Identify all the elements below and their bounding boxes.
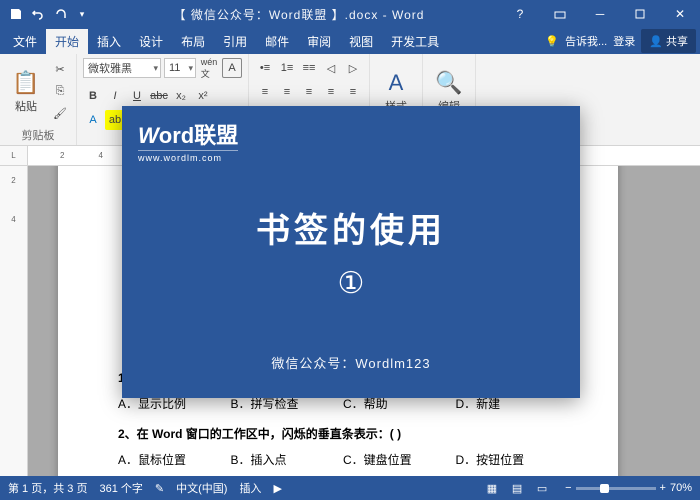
splash-subtitle: 微信公众号：Wordlm123 [271, 353, 430, 372]
q2-options: A．鼠标位置 B．插入点 C．键盘位置 D．按钮位置 [118, 448, 558, 472]
font-name-select[interactable]: 微软雅黑 [83, 58, 161, 78]
justify-icon[interactable]: ≡ [321, 82, 341, 102]
zoom-level[interactable]: 70% [670, 482, 692, 494]
q2-opt-c: C．键盘位置 [343, 448, 446, 472]
ribbon-options-icon[interactable] [540, 0, 580, 28]
redo-icon[interactable] [52, 6, 68, 22]
tick: 4 [98, 151, 102, 160]
paste-icon: 📋 [12, 70, 39, 96]
view-buttons: ▦ ▤ ▭ [481, 482, 553, 495]
tab-home[interactable]: 开始 [46, 29, 88, 54]
splash-title: 书签的使用 [256, 203, 446, 252]
tell-me[interactable]: 告诉我... [565, 33, 607, 49]
align-right-icon[interactable]: ≡ [299, 82, 319, 102]
brand-url: www.wordlm.com [138, 150, 238, 163]
share-button[interactable]: 👤 共享 [641, 29, 696, 53]
splash-number: ① [338, 266, 365, 301]
brand-cn: 联盟 [194, 123, 238, 148]
strikethrough-icon[interactable]: abc [149, 86, 169, 106]
tab-view[interactable]: 视图 [340, 29, 382, 54]
qat-customize-icon[interactable]: ▾ [74, 6, 90, 22]
tab-design[interactable]: 设计 [130, 29, 172, 54]
web-layout-icon[interactable]: ▭ [531, 482, 553, 495]
splash-overlay: Word联盟 www.wordlm.com 书签的使用 ① 微信公众号：Word… [122, 106, 580, 398]
brand-ord: ord [159, 123, 194, 148]
align-left-icon[interactable]: ≡ [255, 82, 275, 102]
share-label: 共享 [666, 36, 688, 48]
window-controls: ? ─ ✕ [500, 0, 700, 28]
q2-text: 2、在 Word 窗口的工作区中，闪烁的垂直条表示：( ) [118, 427, 401, 441]
copy-icon[interactable]: ⎘ [50, 82, 70, 102]
question-2: 2、在 Word 窗口的工作区中，闪烁的垂直条表示：( ) [118, 422, 558, 446]
tab-selector[interactable]: L [0, 146, 28, 165]
print-layout-icon[interactable]: ▤ [506, 482, 528, 495]
vertical-ruler[interactable]: 2 4 [0, 166, 28, 476]
page-indicator[interactable]: 第 1 页，共 3 页 [8, 480, 87, 496]
zoom-slider[interactable] [576, 487, 656, 490]
q2-opt-a: A．鼠标位置 [118, 448, 221, 472]
multilevel-icon[interactable]: ≡≡ [299, 58, 319, 78]
minimize-icon[interactable]: ─ [580, 0, 620, 28]
logo: Word联盟 www.wordlm.com [122, 106, 254, 175]
cut-icon[interactable]: ✂ [50, 60, 70, 80]
lightbulb-icon: 💡 [545, 35, 559, 48]
vtick: 4 [11, 215, 15, 224]
login-link[interactable]: 登录 [613, 33, 635, 49]
subscript-icon[interactable]: x₂ [171, 86, 191, 106]
phonetic-guide-icon[interactable]: wén文 [199, 58, 219, 78]
status-bar: 第 1 页，共 3 页 361 个字 ✎ 中文(中国) 插入 ▶ ▦ ▤ ▭ −… [0, 476, 700, 500]
save-icon[interactable] [8, 6, 24, 22]
tab-insert[interactable]: 插入 [88, 29, 130, 54]
window-title: 【 微信公众号：Word联盟 】.docx - Word [98, 6, 500, 23]
paste-button[interactable]: 📋 粘贴 [6, 58, 46, 125]
bullets-icon[interactable]: •≡ [255, 58, 275, 78]
spellcheck-icon[interactable]: ✎ [155, 482, 164, 495]
italic-icon[interactable]: I [105, 86, 125, 106]
zoom-control: − + 70% [565, 482, 692, 494]
close-icon[interactable]: ✕ [660, 0, 700, 28]
text-effects-icon[interactable]: A [83, 110, 103, 130]
word-count[interactable]: 361 个字 [99, 480, 142, 496]
numbering-icon[interactable]: 1≡ [277, 58, 297, 78]
paste-label: 粘贴 [15, 98, 37, 114]
tab-mailings[interactable]: 邮件 [256, 29, 298, 54]
superscript-icon[interactable]: x² [193, 86, 213, 106]
q2-opt-d: D．按钮位置 [456, 448, 559, 472]
read-mode-icon[interactable]: ▦ [481, 482, 503, 495]
decrease-indent-icon[interactable]: ◁ [321, 58, 341, 78]
clipboard-label: 剪贴板 [6, 125, 70, 143]
styles-icon: A [389, 70, 404, 96]
help-icon[interactable]: ? [500, 0, 540, 28]
brand-w: W [138, 123, 159, 148]
font-size-select[interactable]: 11 [164, 58, 196, 78]
underline-icon[interactable]: U [127, 86, 147, 106]
ribbon-tabs: 文件 开始 插入 设计 布局 引用 邮件 审阅 视图 开发工具 💡 告诉我...… [0, 28, 700, 54]
maximize-icon[interactable] [620, 0, 660, 28]
q2-opt-b: B．插入点 [231, 448, 334, 472]
format-painter-icon[interactable]: 🖌 [50, 104, 70, 124]
distributed-icon[interactable]: ≡ [343, 82, 363, 102]
align-center-icon[interactable]: ≡ [277, 82, 297, 102]
tab-references[interactable]: 引用 [214, 29, 256, 54]
zoom-out-icon[interactable]: − [565, 482, 571, 494]
undo-icon[interactable] [30, 6, 46, 22]
title-bar: ▾ 【 微信公众号：Word联盟 】.docx - Word ? ─ ✕ [0, 0, 700, 28]
tab-review[interactable]: 审阅 [298, 29, 340, 54]
group-clipboard: 📋 粘贴 ✂ ⎘ 🖌 剪贴板 [0, 54, 77, 145]
find-icon: 🔍 [435, 70, 462, 96]
vtick: 2 [11, 176, 15, 185]
increase-indent-icon[interactable]: ▷ [343, 58, 363, 78]
tab-developer[interactable]: 开发工具 [382, 29, 448, 54]
tick: 2 [60, 151, 64, 160]
insert-mode[interactable]: 插入 [239, 480, 261, 496]
quick-access-toolbar: ▾ [0, 6, 98, 22]
tab-layout[interactable]: 布局 [172, 29, 214, 54]
brand-text: Word联盟 [138, 118, 238, 150]
tab-file[interactable]: 文件 [4, 29, 46, 54]
char-border-icon[interactable]: A [222, 58, 242, 78]
language-indicator[interactable]: 中文(中国) [176, 480, 227, 496]
macro-icon[interactable]: ▶ [273, 482, 281, 495]
bold-icon[interactable]: B [83, 86, 103, 106]
zoom-in-icon[interactable]: + [660, 482, 666, 494]
